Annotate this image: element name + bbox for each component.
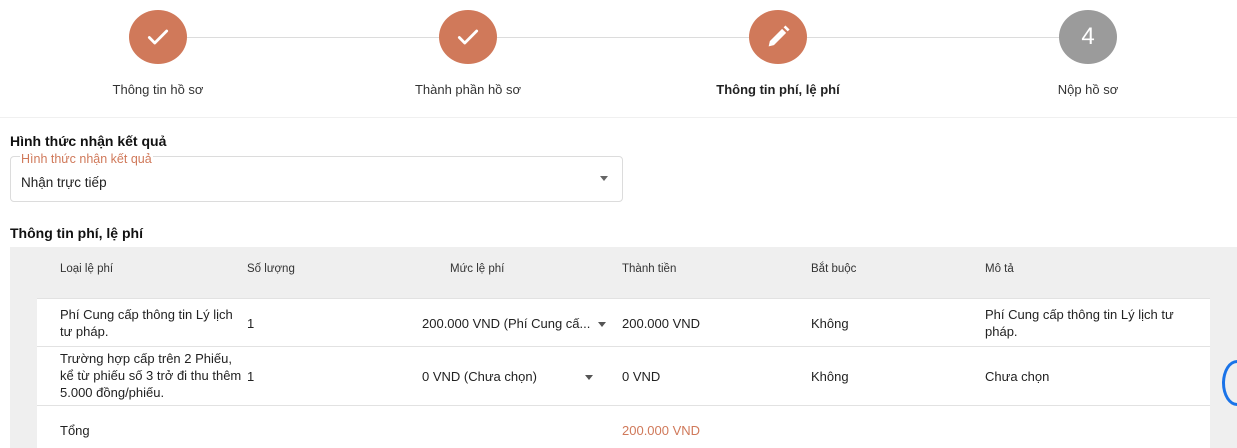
quantity-cell: 1	[247, 369, 255, 384]
quantity-cell: 1	[247, 316, 255, 331]
table-row: Phí Cung cấp thông tin Lý lịch tư pháp. …	[37, 298, 1210, 346]
step-2-label: Thành phần hồ sơ	[414, 82, 522, 97]
table-row: Trường hợp cấp trên 2 Phiếu, kể từ phiếu…	[37, 346, 1210, 405]
receive-method-label: Hình thức nhận kết quả	[20, 152, 153, 166]
col-header-quantity: Số lượng	[247, 263, 295, 275]
chevron-down-icon[interactable]	[584, 375, 593, 381]
step-1-circle[interactable]	[129, 10, 187, 64]
fee-type-cell: Phí Cung cấp thông tin Lý lịch tư pháp.	[60, 307, 233, 339]
fee-level-select[interactable]: 0 VND (Chưa chọn)	[422, 368, 622, 385]
step-4[interactable]: 4 Nộp hồ sơ	[978, 10, 1198, 97]
check-icon	[457, 29, 479, 45]
col-header-amount: Thành tiền	[622, 263, 677, 275]
chevron-down-icon[interactable]	[600, 176, 608, 181]
total-value: 200.000 VND	[622, 423, 701, 438]
col-header-fee-level: Mức lệ phí	[450, 263, 505, 275]
step-1-label: Thông tin hồ sơ	[112, 82, 204, 97]
step-4-circle[interactable]: 4	[1059, 10, 1117, 64]
description-cell: Phí Cung cấp thông tin Lý lịch tư pháp.	[985, 307, 1174, 339]
step-2-circle[interactable]	[439, 10, 497, 64]
required-cell: Không	[811, 316, 849, 331]
fees-table: Loại lệ phí Số lượng Mức lệ phí Thành ti…	[10, 247, 1237, 448]
stepper: Thông tin hồ sơ Thành phần hồ sơ Thông t…	[0, 0, 1237, 118]
required-cell: Không	[811, 369, 849, 384]
check-icon	[147, 29, 169, 45]
step-4-label: Nộp hồ sơ	[1057, 82, 1119, 97]
fee-level-value: 0 VND (Chưa chọn)	[422, 369, 537, 384]
col-header-description: Mô tả	[985, 263, 1014, 275]
col-header-type: Loại lệ phí	[60, 263, 114, 275]
col-header-required: Bắt buộc	[811, 263, 857, 275]
step-3[interactable]: Thông tin phí, lệ phí	[668, 10, 888, 97]
receive-method-select[interactable]: Hình thức nhận kết quả Nhận trực tiếp	[10, 152, 623, 202]
fees-table-body: Phí Cung cấp thông tin Lý lịch tư pháp. …	[37, 298, 1210, 448]
step-1[interactable]: Thông tin hồ sơ	[48, 10, 268, 97]
fee-level-select[interactable]: 200.000 VND (Phí Cung cấ...	[422, 315, 622, 332]
amount-cell: 0 VND	[622, 369, 661, 384]
description-cell: Chưa chọn	[985, 369, 1050, 384]
amount-cell: 200.000 VND	[622, 316, 701, 331]
step-3-label: Thông tin phí, lệ phí	[716, 82, 840, 97]
step-2[interactable]: Thành phần hồ sơ	[358, 10, 578, 97]
total-row: Tổng 200.000 VND	[37, 405, 1210, 448]
fee-type-cell: Trường hợp cấp trên 2 Phiếu, kể từ phiếu…	[60, 351, 242, 400]
pencil-icon	[768, 25, 790, 47]
chevron-down-icon[interactable]	[598, 322, 606, 328]
step-3-circle[interactable]	[749, 10, 807, 64]
receive-section-title: Hình thức nhận kết quả	[10, 133, 167, 149]
fee-level-value: 200.000 VND (Phí Cung cấ...	[422, 316, 591, 331]
receive-method-value: Nhận trực tiếp	[21, 175, 107, 190]
fees-section-title: Thông tin phí, lệ phí	[10, 225, 143, 241]
total-label: Tổng	[60, 423, 90, 438]
